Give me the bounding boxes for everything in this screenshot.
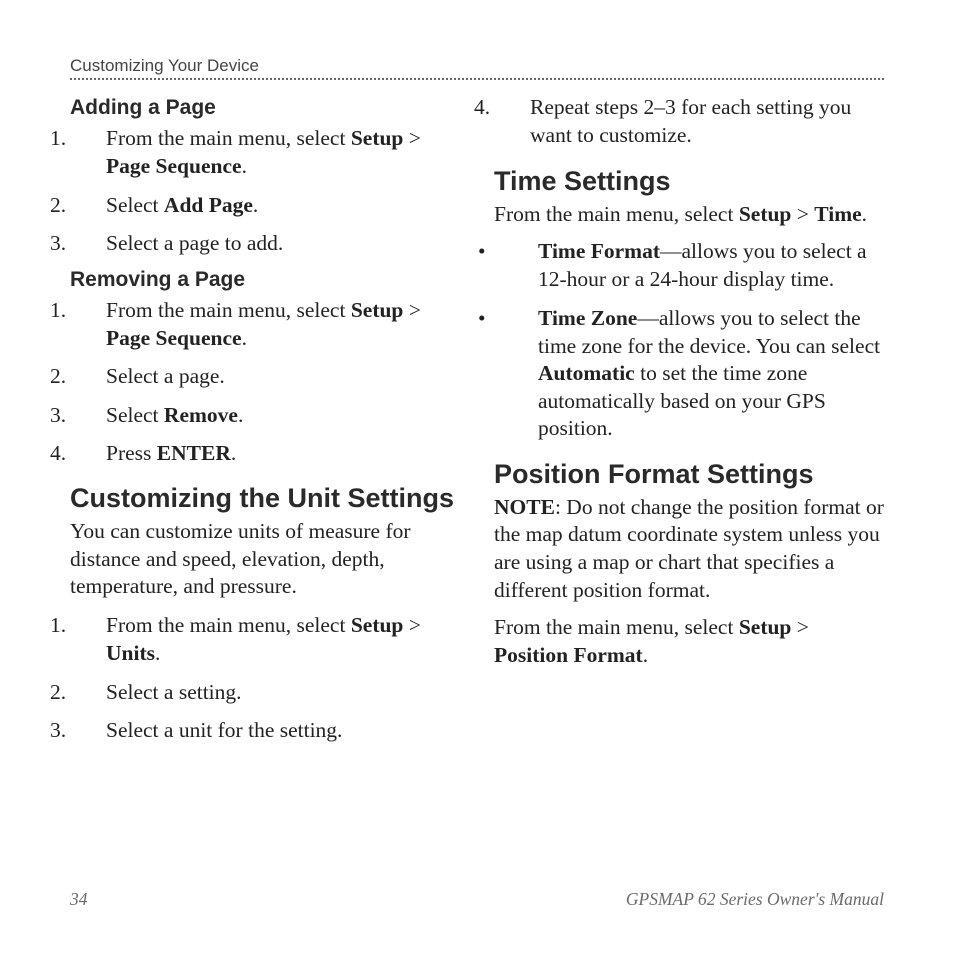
running-head: Customizing Your Device (70, 56, 884, 80)
unit-steps: From the main menu, select Setup > Units… (70, 611, 460, 745)
ui-path: Automatic (538, 361, 635, 385)
heading-removing-page: Removing a Page (70, 268, 460, 292)
list-item: From the main menu, select Setup > Page … (70, 124, 460, 181)
step-text: > (403, 298, 421, 322)
list-item: Select a setting. (70, 678, 460, 706)
list-item: Time Format—allows you to select a 12-ho… (494, 238, 884, 293)
step-text: From the main menu, select (106, 613, 351, 637)
ui-path: Setup (739, 202, 792, 226)
position-note: NOTE: Do not change the position format … (494, 494, 884, 604)
heading-position-format: Position Format Settings (494, 459, 884, 490)
right-column: Repeat steps 2–3 for each setting you wa… (494, 90, 884, 754)
ui-path: Time (814, 202, 861, 226)
step-text: . (253, 193, 258, 217)
page-footer: 34 GPSMAP 62 Series Owner's Manual (70, 889, 884, 910)
page-number: 34 (70, 889, 88, 910)
manual-title: GPSMAP 62 Series Owner's Manual (626, 889, 884, 910)
ui-path: Page Sequence (106, 326, 242, 350)
ui-path: Setup (351, 613, 404, 637)
intro-text: > (791, 202, 814, 226)
note-label: NOTE (494, 495, 555, 519)
step-text: . (231, 441, 236, 465)
step-text: . (242, 154, 247, 178)
step-text: . (155, 641, 160, 665)
ui-path: Setup (739, 615, 792, 639)
step-text: . (238, 403, 243, 427)
step-text: Select a setting. (106, 680, 242, 704)
ui-path: Add Page (164, 193, 253, 217)
step-text: Press (106, 441, 157, 465)
list-item: Select a page. (70, 362, 460, 390)
adding-page-steps: From the main menu, select Setup > Page … (70, 124, 460, 258)
list-item: From the main menu, select Setup > Units… (70, 611, 460, 668)
ui-path: Position Format (494, 643, 643, 667)
ui-path: Page Sequence (106, 154, 242, 178)
option-label: Time Format (538, 239, 660, 263)
step-text: Select (106, 193, 164, 217)
list-item: Select Add Page. (70, 191, 460, 219)
list-item: Select a page to add. (70, 229, 460, 257)
step-text: Select a page. (106, 364, 225, 388)
ui-path: ENTER (157, 441, 231, 465)
ui-path: Units (106, 641, 155, 665)
step-text: > (403, 613, 421, 637)
list-item: From the main menu, select Setup > Page … (70, 296, 460, 353)
option-label: Time Zone (538, 306, 637, 330)
intro-text: From the main menu, select (494, 202, 739, 226)
unit-intro: You can customize units of measure for d… (70, 518, 460, 601)
step-text: Repeat steps 2–3 for each setting you wa… (530, 95, 851, 147)
ui-path: Remove (164, 403, 238, 427)
intro-text: . (643, 643, 648, 667)
step-text: Select a unit for the setting. (106, 718, 342, 742)
step-text: From the main menu, select (106, 298, 351, 322)
unit-steps-continued: Repeat steps 2–3 for each setting you wa… (494, 93, 884, 150)
removing-page-steps: From the main menu, select Setup > Page … (70, 296, 460, 468)
intro-text: . (862, 202, 867, 226)
heading-adding-page: Adding a Page (70, 96, 460, 120)
list-item: Repeat steps 2–3 for each setting you wa… (494, 93, 884, 150)
page-columns: Adding a Page From the main menu, select… (70, 90, 884, 754)
step-text: Select (106, 403, 164, 427)
intro-text: From the main menu, select (494, 615, 739, 639)
step-text: Select a page to add. (106, 231, 283, 255)
list-item: Select Remove. (70, 401, 460, 429)
list-item: Time Zone—allows you to select the time … (494, 305, 884, 443)
heading-time-settings: Time Settings (494, 166, 884, 197)
step-text: . (242, 326, 247, 350)
left-column: Adding a Page From the main menu, select… (70, 90, 460, 754)
time-intro: From the main menu, select Setup > Time. (494, 201, 884, 229)
intro-text: > (791, 615, 809, 639)
heading-unit-settings: Customizing the Unit Settings (70, 483, 460, 514)
list-item: Select a unit for the setting. (70, 716, 460, 744)
list-item: Press ENTER. (70, 439, 460, 467)
time-options: Time Format—allows you to select a 12-ho… (494, 238, 884, 443)
step-text: > (403, 126, 421, 150)
ui-path: Setup (351, 126, 404, 150)
step-text: From the main menu, select (106, 126, 351, 150)
ui-path: Setup (351, 298, 404, 322)
position-path: From the main menu, select Setup > Posit… (494, 614, 884, 669)
